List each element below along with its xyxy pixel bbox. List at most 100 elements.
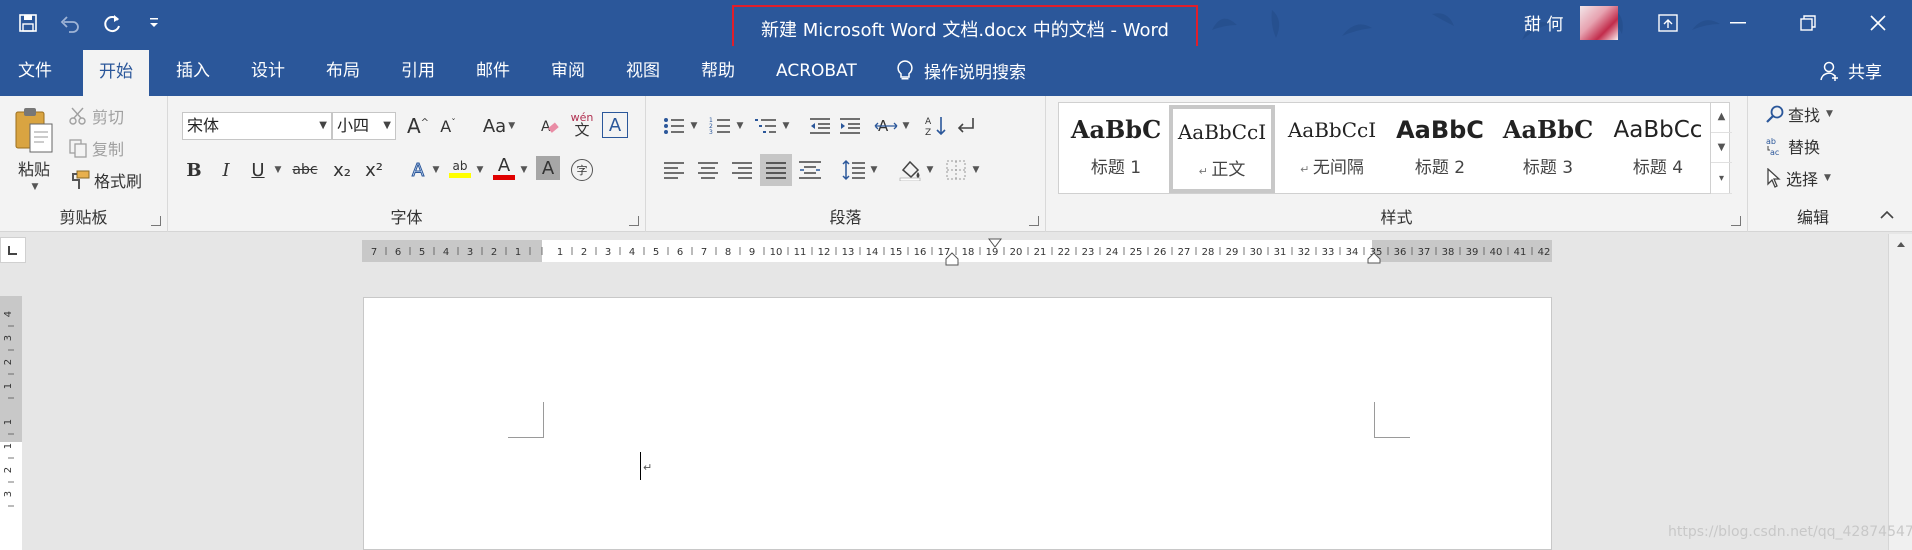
bold-button[interactable]: B	[180, 156, 208, 184]
justify-icon[interactable]	[760, 154, 792, 186]
tell-me-search[interactable]: 操作说明搜索	[896, 58, 1026, 83]
cut-button[interactable]: 剪切	[68, 104, 124, 128]
font-dialog-launcher[interactable]	[629, 216, 639, 226]
tab-home[interactable]: 开始	[83, 50, 149, 96]
underline-dropdown-icon[interactable]: ▼	[270, 156, 284, 184]
styles-scroll-up-icon[interactable]: ▲	[1711, 102, 1732, 133]
increase-indent-icon[interactable]	[836, 112, 864, 140]
bullets-dropdown-icon[interactable]: ▼	[686, 112, 700, 140]
document-page[interactable]	[363, 297, 1552, 550]
vertical-scrollbar[interactable]	[1888, 234, 1912, 550]
italic-button[interactable]: I	[212, 156, 240, 184]
styles-scroll-down-icon[interactable]: ▼	[1711, 133, 1732, 164]
character-shading-icon[interactable]: A	[536, 156, 560, 180]
numbering-dropdown-icon[interactable]: ▼	[732, 112, 746, 140]
line-spacing-icon[interactable]	[840, 156, 868, 184]
sort-icon[interactable]: AZ	[922, 112, 950, 140]
superscript-button[interactable]: x²	[360, 156, 388, 184]
styles-more-icon[interactable]: ▾	[1711, 163, 1732, 195]
find-button[interactable]: 查找 ▼	[1766, 102, 1833, 126]
style-heading-3[interactable]: AaBbC 标题 3	[1495, 107, 1601, 191]
redo-icon[interactable]	[98, 9, 126, 37]
tab-review[interactable]: 审阅	[551, 58, 585, 88]
font-color-dropdown-icon[interactable]: ▼	[516, 156, 530, 184]
first-line-indent-marker[interactable]	[988, 238, 1002, 248]
enclose-characters-button[interactable]: 字	[568, 156, 596, 184]
bullets-icon[interactable]	[660, 112, 688, 140]
find-dropdown-icon[interactable]: ▼	[1826, 109, 1833, 119]
style-normal[interactable]: AaBbCcI ↵ 正文	[1169, 105, 1275, 193]
chinese-layout-dropdown-icon[interactable]: ▼	[898, 112, 912, 140]
user-name[interactable]: 甜 何	[1524, 10, 1563, 35]
paragraph-dialog-launcher[interactable]	[1029, 216, 1039, 226]
tab-selector[interactable]	[0, 237, 26, 263]
collapse-ribbon-icon[interactable]	[1880, 208, 1894, 224]
change-case-button[interactable]: Aa ▼	[478, 112, 520, 140]
tab-file[interactable]: 文件	[18, 58, 52, 88]
align-center-icon[interactable]	[694, 156, 722, 184]
tab-acrobat[interactable]: ACROBAT	[776, 58, 857, 88]
right-indent-marker[interactable]	[1367, 252, 1381, 264]
undo-icon[interactable]	[56, 9, 84, 37]
horizontal-ruler[interactable]: 7 6 5 4 3 2 1 1 2 3 4 5 6 7 8 9 10 11 12 13 14 15 16 17 18 19 20 21…	[362, 238, 1552, 266]
numbering-icon[interactable]: 123	[706, 112, 734, 140]
tab-layout[interactable]: 布局	[326, 58, 360, 88]
restore-icon[interactable]	[1788, 8, 1828, 38]
select-dropdown-icon[interactable]: ▼	[1824, 173, 1831, 183]
style-heading-1[interactable]: AaBbC 标题 1	[1063, 107, 1169, 191]
underline-button[interactable]: U	[244, 156, 272, 184]
font-size-combo[interactable]: 小四 ▼	[332, 112, 396, 140]
tab-view[interactable]: 视图	[626, 58, 660, 88]
style-heading-2[interactable]: AaBbC 标题 2	[1387, 107, 1493, 191]
distributed-icon[interactable]	[796, 156, 824, 184]
style-heading-4[interactable]: AaBbCc 标题 4	[1603, 107, 1713, 191]
phonetic-guide-button[interactable]: wén 文	[568, 110, 596, 138]
clipboard-dialog-launcher[interactable]	[151, 216, 161, 226]
multilevel-list-icon[interactable]	[752, 112, 780, 140]
format-painter-button[interactable]: 格式刷	[68, 168, 142, 192]
minimize-icon[interactable]	[1718, 8, 1758, 38]
tab-insert[interactable]: 插入	[176, 58, 210, 88]
subscript-button[interactable]: x₂	[328, 156, 356, 184]
hanging-indent-marker[interactable]	[945, 252, 959, 266]
highlight-dropdown-icon[interactable]: ▼	[472, 156, 486, 184]
chinese-layout-icon[interactable]: A	[872, 112, 900, 140]
strikethrough-button[interactable]: abc	[288, 156, 322, 184]
style-no-spacing[interactable]: AaBbCcI ↵ 无间隔	[1279, 107, 1385, 191]
select-button[interactable]: 选择 ▼	[1766, 166, 1831, 190]
tab-mailings[interactable]: 邮件	[476, 58, 510, 88]
multilevel-dropdown-icon[interactable]: ▼	[778, 112, 792, 140]
character-border-icon[interactable]: A	[602, 112, 628, 138]
avatar[interactable]	[1580, 6, 1618, 40]
shrink-font-icon[interactable]: Aˇ	[434, 112, 462, 140]
borders-dropdown-icon[interactable]: ▼	[968, 156, 982, 184]
align-left-icon[interactable]	[660, 156, 688, 184]
ribbon-display-options-icon[interactable]	[1648, 8, 1688, 38]
text-effects-dropdown-icon[interactable]: ▼	[428, 156, 442, 184]
font-name-dropdown-icon[interactable]: ▼	[319, 113, 327, 139]
tab-help[interactable]: 帮助	[701, 58, 735, 88]
line-spacing-dropdown-icon[interactable]: ▼	[866, 156, 880, 184]
font-color-button[interactable]: A	[490, 154, 518, 182]
shading-icon[interactable]	[896, 156, 924, 184]
align-right-icon[interactable]	[728, 156, 756, 184]
styles-dialog-launcher[interactable]	[1731, 216, 1741, 226]
replace-button[interactable]: ab ac 替换	[1766, 134, 1820, 158]
paste-button[interactable]: 粘贴 ▼	[12, 106, 56, 192]
paste-dropdown-icon[interactable]: ▼	[32, 182, 39, 192]
highlight-color-button[interactable]: ab	[446, 154, 474, 182]
copy-button[interactable]: 复制	[68, 136, 124, 160]
tab-references[interactable]: 引用	[401, 58, 435, 88]
borders-icon[interactable]	[942, 156, 970, 184]
share-button[interactable]: 共享	[1820, 58, 1882, 83]
grow-font-icon[interactable]: A^	[404, 112, 432, 140]
tab-design[interactable]: 设计	[251, 58, 285, 88]
scroll-up-icon[interactable]	[1889, 234, 1912, 254]
shading-dropdown-icon[interactable]: ▼	[922, 156, 936, 184]
clear-formatting-icon[interactable]: A	[536, 112, 564, 140]
vertical-ruler[interactable]: 4 3 2 1 1 1 2 3	[0, 296, 22, 550]
show-paragraph-marks-icon[interactable]	[952, 112, 980, 140]
customize-qat-icon[interactable]	[140, 9, 168, 37]
close-icon[interactable]	[1858, 8, 1898, 38]
font-size-dropdown-icon[interactable]: ▼	[383, 113, 391, 139]
